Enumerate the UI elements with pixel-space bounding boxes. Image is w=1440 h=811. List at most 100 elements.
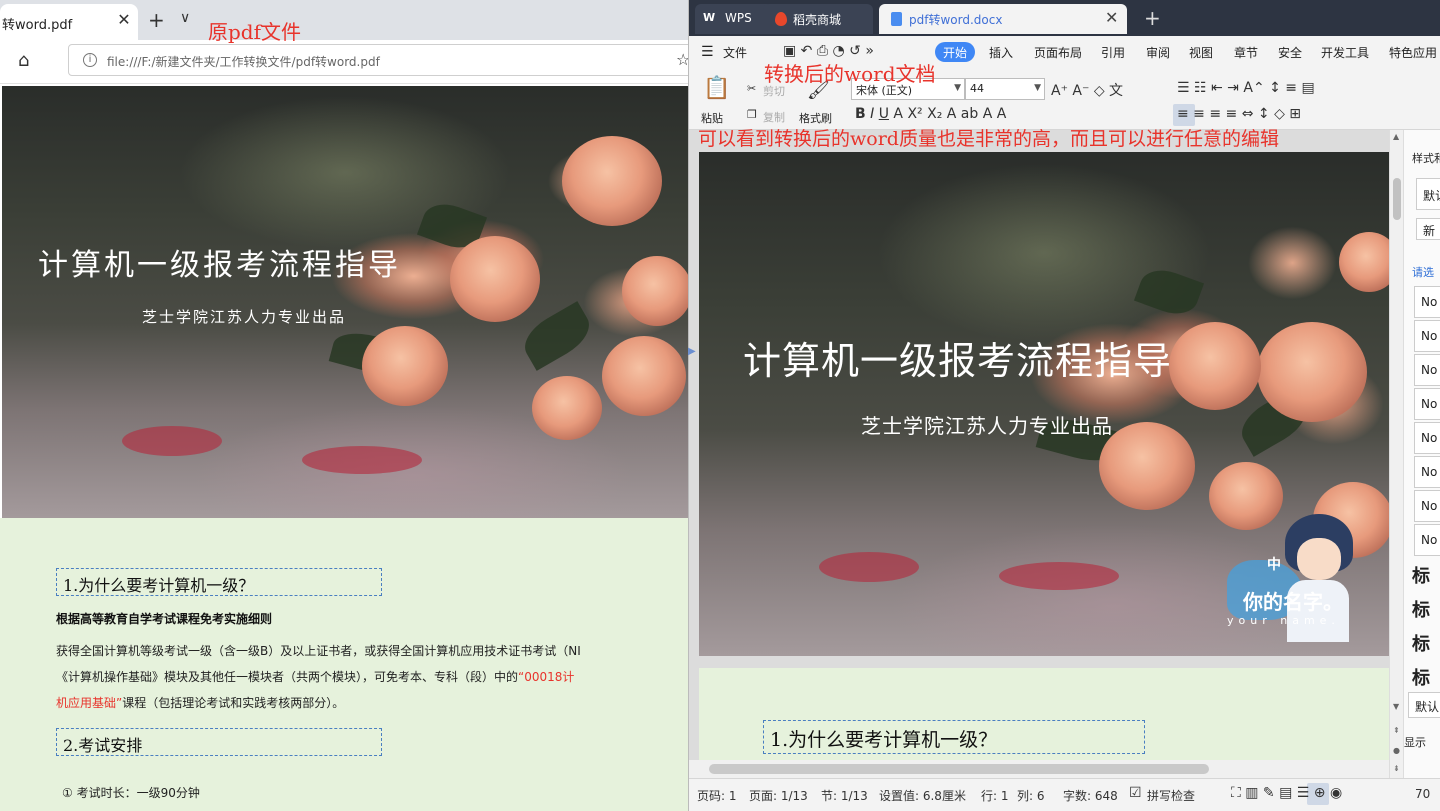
heading-style-4[interactable]: 标 xyxy=(1412,664,1430,690)
status-column: 列: 6 xyxy=(1017,789,1045,803)
zoom-level[interactable]: 70 xyxy=(1415,787,1430,801)
style-item[interactable]: No xyxy=(1414,388,1440,420)
font-size-select[interactable]: 44 ▼ xyxy=(965,78,1045,100)
menu-dev-tools[interactable]: 开发工具 xyxy=(1321,44,1369,61)
annotation-note: 可以看到转换后的word质量也是非常的高，而且可以进行任意的编辑 xyxy=(698,128,1279,150)
scroll-down-icon[interactable]: ▼ xyxy=(1393,702,1399,711)
style-item[interactable]: No xyxy=(1414,422,1440,454)
status-pages: 页面: 1/13 xyxy=(749,789,808,803)
new-style-label: 新 xyxy=(1423,224,1436,238)
address-bar[interactable]: i file:///F:/新建文件夹/工作转换文件/pdf转word.pdf xyxy=(68,44,688,76)
next-page-icon[interactable]: ⇟ xyxy=(1393,764,1400,773)
new-tab-icon[interactable]: + xyxy=(1144,6,1161,30)
style-item-text: No xyxy=(1421,465,1438,479)
pdf-section-1-text: 1.为什么要考计算机一级？ xyxy=(63,576,255,595)
document-tab[interactable]: pdf转word.docx ✕ xyxy=(879,4,1127,34)
wps-logo-icon: W xyxy=(703,11,716,24)
dot-icon[interactable]: ● xyxy=(1393,746,1400,755)
quick-access-icons[interactable]: ▣ ↶ ⎙ ◔ ↺ » xyxy=(783,43,874,59)
status-setting: 设置值: 6.8厘米 xyxy=(879,789,966,803)
style-pane-title: 样式和 xyxy=(1412,152,1440,165)
heading-style-1[interactable]: 标 xyxy=(1412,562,1430,588)
scroll-up-icon[interactable]: ▲ xyxy=(1393,132,1399,141)
menu-file[interactable]: 文件 xyxy=(723,44,747,61)
collapse-arrow-icon[interactable]: ▶ xyxy=(688,346,696,357)
style-item[interactable]: No xyxy=(1414,354,1440,386)
wps-window: W WPS 稻壳商城 pdf转word.docx ✕ + ☰ 文件 ▣ ↶ ⎙ … xyxy=(688,0,1440,811)
style-item[interactable]: No xyxy=(1414,524,1440,556)
menu-features[interactable]: 特色应用 xyxy=(1389,44,1437,61)
style-item[interactable]: No xyxy=(1414,286,1440,318)
chevron-down-icon: ▼ xyxy=(1034,83,1041,93)
style-item[interactable]: No xyxy=(1414,456,1440,488)
pdf-section-heading-2: 2.考试安排 xyxy=(56,728,382,756)
heading-style-3[interactable]: 标 xyxy=(1412,630,1430,656)
wps-tab-label: WPS xyxy=(725,11,752,25)
horizontal-scrollbar[interactable] xyxy=(689,760,1389,778)
docer-store-tab[interactable]: 稻壳商城 xyxy=(763,4,873,34)
menu-page-layout[interactable]: 页面布局 xyxy=(1034,44,1082,61)
pdf-paragraph-line-3: 机应用基础”课程（包括理论考试和实践考核两部分）。 xyxy=(56,694,344,711)
doc-section-heading-1: 1.为什么要考计算机一级？ xyxy=(763,720,1145,754)
menu-insert[interactable]: 插入 xyxy=(989,44,1013,61)
close-tab-icon[interactable]: ✕ xyxy=(114,10,134,30)
pdf-rule-title: 根据高等教育自学考试课程免考实施细则 xyxy=(56,612,273,626)
doc-cover-image: 计算机一级报考流程指导 芝士学院江苏人力专业出品 中 你的名字。 your na… xyxy=(699,152,1389,656)
style-item[interactable]: No xyxy=(1414,490,1440,522)
cut-icon[interactable]: ✂ xyxy=(747,82,756,95)
menu-view[interactable]: 视图 xyxy=(1189,44,1213,61)
new-style-button[interactable]: 新 xyxy=(1416,218,1440,240)
style-item-text: No xyxy=(1421,295,1438,309)
spell-check-icon[interactable]: ☑ xyxy=(1129,785,1142,801)
chevron-down-icon[interactable]: ∨ xyxy=(180,10,190,26)
text-format-icons[interactable]: B I U A X² X₂ A ab A A xyxy=(855,106,1006,122)
pdf-exam-item: ① 考试时长：一级90分钟 xyxy=(62,786,200,800)
pdf-body xyxy=(0,518,688,811)
paragraph-align-icons[interactable]: ≡ ≡ ≡ ≡ ⇔ ↕ ◇ ⊞ xyxy=(1177,106,1301,122)
browser-window: 转word.pdf ✕ + ∨ ⌂ i file:///F:/新建文件夹/工作转… xyxy=(0,0,688,811)
spell-check-button[interactable]: 拼写检查 xyxy=(1147,787,1195,804)
style-item-text: No xyxy=(1421,533,1438,547)
menu-review[interactable]: 审阅 xyxy=(1146,44,1170,61)
heading-style-2[interactable]: 标 xyxy=(1412,596,1430,622)
logo-top-char: 中 xyxy=(1267,557,1281,573)
menu-chapter[interactable]: 章节 xyxy=(1234,44,1258,61)
style-item-text: No xyxy=(1421,499,1438,513)
menu-home[interactable]: 开始 xyxy=(935,42,976,62)
pdf-paragraph-line-1: 获得全国计算机等级考试一级（含一级B）及以上证书者，或获得全国计算机应用技术证书… xyxy=(56,644,581,658)
info-icon[interactable]: i xyxy=(83,53,97,67)
logo-chinese-text: 你的名字。 xyxy=(1243,590,1343,614)
style-default-text-2: 默认 xyxy=(1415,700,1440,714)
pdf-paragraph-red-text: 机应用基础” xyxy=(56,696,123,710)
star-icon[interactable]: ☆ xyxy=(676,50,688,69)
wps-home-tab[interactable]: W WPS xyxy=(695,4,773,34)
menu-security[interactable]: 安全 xyxy=(1278,44,1302,61)
annotation-converted: 转换后的word文档 xyxy=(764,62,936,86)
chevron-down-icon: ▼ xyxy=(954,83,961,93)
paste-icon[interactable]: 📋 xyxy=(703,76,730,101)
browser-tab[interactable]: 转word.pdf ✕ xyxy=(0,4,138,40)
document-area[interactable]: 计算机一级报考流程指导 芝士学院江苏人力专业出品 中 你的名字。 your na… xyxy=(689,130,1389,778)
annotation-original: 原pdf文件 xyxy=(208,20,302,44)
horizontal-scroll-thumb[interactable] xyxy=(709,764,1209,774)
copy-button[interactable]: 复制 xyxy=(763,109,785,125)
address-text: file:///F:/新建文件夹/工作转换文件/pdf转word.pdf xyxy=(107,55,380,69)
paragraph-list-icons[interactable]: ☰ ☷ ⇤ ⇥ A⌃ ↕ ≡ ▤ xyxy=(1177,80,1315,96)
document-page[interactable]: 计算机一级报考流程指导 芝士学院江苏人力专业出品 中 你的名字。 your na… xyxy=(699,152,1389,778)
menu-icon[interactable]: ☰ xyxy=(701,44,714,60)
style-default-box-2[interactable]: 默认 xyxy=(1408,692,1440,718)
style-item[interactable]: No xyxy=(1414,320,1440,352)
prev-page-icon[interactable]: ⇞ xyxy=(1393,726,1400,735)
close-tab-icon[interactable]: ✕ xyxy=(1105,8,1118,27)
copy-icon[interactable]: ❐ xyxy=(747,108,757,121)
home-icon[interactable]: ⌂ xyxy=(18,50,29,71)
view-mode-icons[interactable]: ⛶ ▥ ✎ ▤ ☰ ⊕ ◉ xyxy=(1231,785,1342,801)
menu-references[interactable]: 引用 xyxy=(1101,44,1125,61)
pdf-cover-subtitle: 芝士学院江苏人力专业出品 xyxy=(142,308,347,326)
new-tab-icon[interactable]: + xyxy=(148,8,165,32)
status-section: 节: 1/13 xyxy=(821,789,868,803)
vertical-scroll-thumb[interactable] xyxy=(1393,178,1401,220)
style-default-box[interactable]: 默认 xyxy=(1416,178,1440,210)
vertical-scrollbar[interactable]: ▲ ▼ ⇞ ● ⇟ xyxy=(1389,130,1403,778)
font-size-tools-icons[interactable]: A⁺ A⁻ ◇ 文 xyxy=(1051,80,1123,100)
